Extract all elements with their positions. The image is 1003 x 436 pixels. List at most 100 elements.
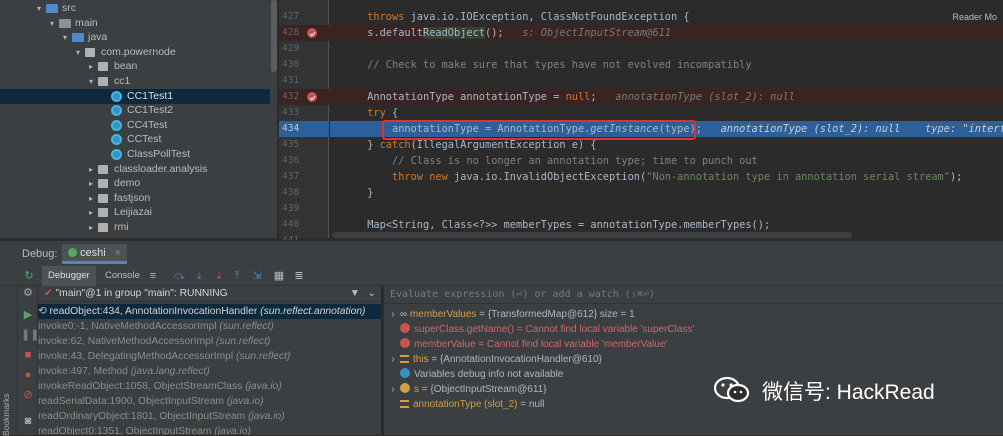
menu-icon[interactable]: ≡ — [146, 269, 160, 283]
tab-debugger[interactable]: Debugger — [42, 266, 96, 286]
stack-frame[interactable]: readObject0:1351, ObjectInputStream (jav… — [38, 424, 381, 435]
code-line[interactable]: // Check to make sure that types have no… — [330, 57, 1003, 73]
code-line[interactable]: try { — [330, 105, 1003, 121]
step-into-icon[interactable]: ⤓ — [192, 269, 206, 283]
gutter-line[interactable]: 430 — [279, 57, 329, 73]
tree-expand-icon[interactable]: ▾ — [47, 16, 57, 31]
tree-item-bean[interactable]: ▸ bean — [0, 59, 270, 74]
tab-console[interactable]: Console — [99, 266, 146, 286]
stack-frame[interactable]: invoke:497, Method (java.lang.reflect) — [38, 364, 381, 379]
gutter-line[interactable]: 437 — [279, 169, 329, 185]
mute-breakpoints-icon[interactable]: ⊘ — [21, 388, 35, 402]
tree-item-com-powernode[interactable]: ▾ com.powernode — [0, 45, 270, 60]
stop-icon[interactable]: ■ — [21, 348, 35, 362]
stack-frame[interactable]: readOrdinaryObject:1801, ObjectInputStre… — [38, 409, 381, 424]
gutter-line[interactable]: 434 — [279, 121, 329, 137]
resume-icon[interactable]: ▶ — [21, 308, 35, 322]
tree-item-cc1test2[interactable]: CC1Test2 — [0, 103, 270, 118]
tree-expand-icon[interactable]: ▸ — [86, 205, 96, 220]
gutter-line[interactable]: 428 — [279, 25, 329, 41]
editor-gutter[interactable]: 427 428 429 430 431 432 433 434 435 436 437 438 439 4… — [279, 0, 329, 246]
stack-frame[interactable]: invoke:62, NativeMethodAccessorImpl (sun… — [38, 334, 381, 349]
code-line[interactable]: throw new java.io.InvalidObjectException… — [330, 169, 1003, 185]
stack-frame[interactable]: ⟲ readObject:434, AnnotationInvocationHa… — [38, 304, 381, 319]
tree-item-cc1test1[interactable]: CC1Test1 — [0, 88, 270, 104]
tree-item-src[interactable]: ▾ src — [0, 1, 270, 16]
editor-horizontal-scrollbar[interactable] — [332, 232, 852, 238]
tree-item-classpolltest[interactable]: ClassPollTest — [0, 147, 270, 162]
gutter-line[interactable]: 429 — [279, 41, 329, 57]
evaluate-expression-input[interactable]: Evaluate expression (⏎) or add a watch (… — [384, 286, 1003, 304]
tree-item-demo[interactable]: ▸ demo — [0, 176, 270, 191]
more-icon[interactable]: ≣ — [292, 269, 306, 283]
variable-row[interactable]: memberValue = Cannot find local variable… — [384, 338, 1003, 352]
code-line[interactable] — [330, 41, 1003, 57]
code-editor[interactable]: Reader Mo throws java.io.IOException, Cl… — [330, 0, 1003, 238]
variable-row[interactable]: › ∞ memberValues = {TransformedMap@612} s… — [384, 308, 1003, 322]
code-line[interactable]: // Class is no longer an annotation type… — [330, 153, 1003, 169]
code-line[interactable]: } — [330, 185, 1003, 201]
tree-item-leijiazai[interactable]: ▸ Leijiazai — [0, 205, 270, 220]
breakpoint-icon[interactable] — [307, 92, 317, 102]
expand-arrow-icon[interactable]: › — [386, 353, 400, 367]
view-breakpoints-icon[interactable]: ● — [21, 368, 35, 382]
gutter-line[interactable]: 440 — [279, 217, 329, 233]
tree-expand-icon[interactable]: ▾ — [60, 30, 70, 45]
run-to-cursor-icon[interactable]: ⇲ — [250, 269, 264, 283]
breakpoint-icon[interactable] — [307, 28, 317, 38]
tree-expand-icon[interactable]: ▸ — [86, 191, 96, 206]
gutter-line[interactable]: 431 — [279, 73, 329, 89]
tree-item-rmi[interactable]: ▸ rmi — [0, 220, 270, 235]
evaluate-icon[interactable]: ▦ — [272, 269, 286, 283]
tree-scrollbar[interactable] — [271, 0, 277, 72]
code-line[interactable]: s.defaultReadObject(); s: ObjectInputStr… — [330, 25, 1003, 41]
tree-item-java[interactable]: ▾ java — [0, 30, 270, 45]
tree-item-main[interactable]: ▾ main — [0, 16, 270, 31]
tree-item-cctest[interactable]: CCTest — [0, 132, 270, 147]
gutter-line[interactable]: 433 — [279, 105, 329, 121]
code-line[interactable] — [330, 73, 1003, 89]
filter-icon[interactable]: ▼ — [350, 286, 360, 302]
camera-icon[interactable]: ◙ — [21, 414, 35, 428]
code-line[interactable]: throws java.io.IOException, ClassNotFoun… — [330, 9, 1003, 25]
bookmarks-label[interactable]: Bookmarks — [1, 376, 11, 436]
code-line[interactable] — [330, 201, 1003, 217]
tree-item-cc1[interactable]: ▾ cc1 — [0, 74, 270, 89]
debug-session-tab[interactable]: ceshi × — [62, 244, 128, 264]
tree-expand-icon[interactable]: ▸ — [86, 176, 96, 191]
variable-row[interactable]: superClass.getName() = Cannot find local… — [384, 323, 1003, 337]
gutter-line[interactable]: 427 — [279, 9, 329, 25]
tree-expand-icon[interactable]: ▾ — [73, 45, 83, 60]
gutter-line[interactable]: 438 — [279, 185, 329, 201]
tree-expand-icon[interactable]: ▾ — [86, 74, 96, 89]
gutter-line[interactable]: 432 — [279, 89, 329, 105]
gutter-line[interactable]: 436 — [279, 153, 329, 169]
close-icon[interactable]: × — [115, 247, 121, 259]
tree-expand-icon[interactable]: ▸ — [86, 220, 96, 235]
settings-icon[interactable]: ⚙ — [21, 286, 35, 300]
stack-frame[interactable]: invoke0:-1, NativeMethodAccessorImpl (su… — [38, 319, 381, 334]
stack-frame[interactable]: invokeReadObject:1058, ObjectStreamClass… — [38, 379, 381, 394]
tree-expand-icon[interactable]: ▾ — [34, 1, 44, 16]
tree-item-fastjson[interactable]: ▸ fastjson — [0, 191, 270, 206]
tree-item-classloader-analysis[interactable]: ▸ classloader.analysis — [0, 162, 270, 177]
thread-dropdown-icon[interactable]: ⌄ — [367, 286, 376, 302]
stack-frame[interactable]: readSerialData:1900, ObjectInputStream (… — [38, 394, 381, 409]
stack-frame[interactable]: invoke:43, DelegatingMethodAccessorImpl … — [38, 349, 381, 364]
gutter-line[interactable]: 435 — [279, 137, 329, 153]
step-over-icon[interactable]: ⤼ — [172, 269, 186, 283]
tree-expand-icon[interactable]: ▸ — [86, 59, 96, 74]
tree-expand-icon[interactable]: ▸ — [86, 162, 96, 177]
rerun-icon[interactable]: ↻ — [22, 269, 36, 283]
variable-row[interactable]: › this = {AnnotationInvocationHandler@610… — [384, 353, 1003, 367]
step-out-icon[interactable]: ⤒ — [230, 269, 244, 283]
thread-selector[interactable]: ✔ "main"@1 in group "main": RUNNING ▼ ⌄ — [38, 286, 381, 302]
pause-icon[interactable]: ❚❚ — [21, 328, 39, 342]
code-line[interactable]: Map<String, Class<?>> memberTypes = anno… — [330, 217, 1003, 233]
expand-arrow-icon[interactable]: › — [386, 383, 400, 397]
expand-arrow-icon[interactable]: › — [386, 308, 400, 322]
tree-item-cc4test[interactable]: CC4Test — [0, 118, 270, 133]
force-step-into-icon[interactable]: ⤓ — [212, 269, 226, 283]
gutter-line[interactable]: 439 — [279, 201, 329, 217]
code-line[interactable]: AnnotationType annotationType = null; an… — [330, 89, 1003, 105]
